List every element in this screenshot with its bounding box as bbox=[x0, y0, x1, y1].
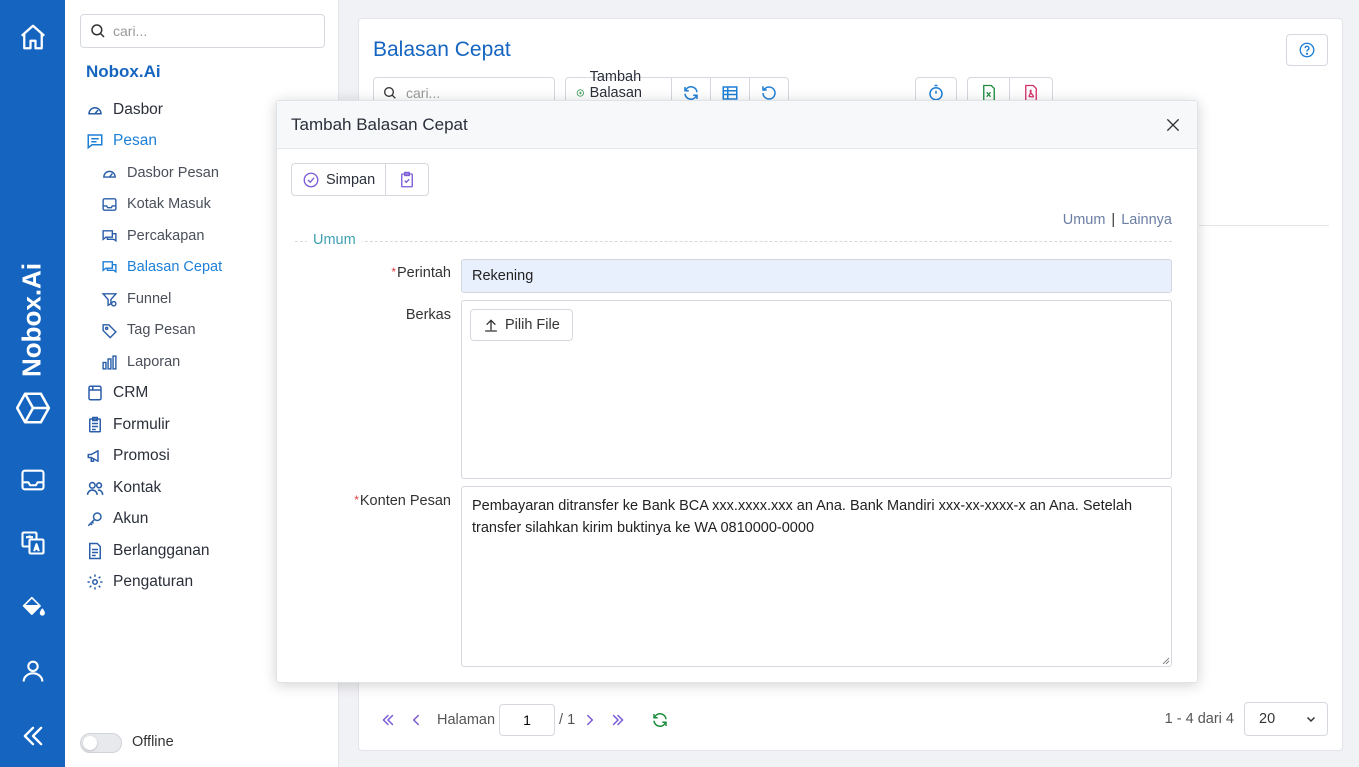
sidebar-item-funnel[interactable]: Funnel bbox=[99, 286, 171, 312]
search-icon bbox=[91, 24, 105, 38]
refresh-icon bbox=[653, 713, 667, 727]
tab-lainnya[interactable]: Lainnya bbox=[1121, 212, 1172, 228]
sidebar-item-promosi[interactable]: Promosi bbox=[85, 443, 170, 469]
file-dropzone[interactable]: Pilih File bbox=[461, 300, 1172, 479]
funnel-icon bbox=[99, 289, 119, 309]
inbox-icon bbox=[99, 194, 119, 214]
app-rail: Nobox.Ai bbox=[0, 0, 65, 767]
sidebar-item-tag-pesan[interactable]: Tag Pesan bbox=[99, 317, 196, 343]
upload-icon bbox=[485, 319, 497, 332]
clipboard-icon bbox=[85, 415, 105, 435]
sidebar-item-akun[interactable]: Akun bbox=[85, 506, 148, 532]
rail-brand: Nobox.Ai bbox=[16, 262, 47, 378]
page-title: Balasan Cepat bbox=[373, 38, 511, 61]
section-label: Umum bbox=[307, 232, 362, 248]
chevron-down-icon bbox=[1306, 716, 1316, 723]
dashboard-icon bbox=[85, 100, 105, 120]
tag-icon bbox=[99, 320, 119, 340]
clipboard-check-icon bbox=[401, 171, 414, 187]
pagination: Halaman / 1 bbox=[377, 703, 677, 737]
perintah-label: *Perintah bbox=[391, 265, 451, 281]
sidebar-search-input[interactable] bbox=[113, 23, 313, 39]
user-icon[interactable] bbox=[14, 652, 52, 690]
konten-textarea[interactable]: Pembayaran ditransfer ke Bank BCA xxx.xx… bbox=[461, 486, 1172, 667]
chevron-right-icon bbox=[587, 714, 594, 726]
save-button[interactable]: Simpan bbox=[292, 164, 387, 195]
sidebar-item-pesan[interactable]: Pesan bbox=[85, 128, 157, 154]
collapse-icon[interactable] bbox=[14, 717, 52, 755]
sidebar-item-dasbor[interactable]: Dasbor bbox=[85, 97, 163, 123]
bar-chart-icon bbox=[99, 352, 119, 372]
modal-title: Tambah Balasan Cepat bbox=[291, 115, 468, 134]
record-count: 1 - 4 dari 4 bbox=[1164, 711, 1234, 727]
page-size-select[interactable]: 20 bbox=[1244, 702, 1328, 736]
chat-icon bbox=[99, 226, 119, 246]
choose-file-button[interactable]: Pilih File bbox=[470, 309, 573, 341]
sidebar-item-laporan[interactable]: Laporan bbox=[99, 349, 180, 375]
sidebar-item-balasan-cepat[interactable]: Balasan Cepat bbox=[99, 254, 222, 280]
status-label: Offline bbox=[132, 734, 174, 750]
inbox-icon[interactable] bbox=[14, 461, 52, 499]
document-icon bbox=[85, 541, 105, 561]
close-button[interactable] bbox=[1161, 113, 1185, 137]
sidebar-item-kontak[interactable]: Kontak bbox=[85, 475, 161, 501]
section-divider bbox=[295, 241, 1172, 242]
chat-icon bbox=[99, 257, 119, 277]
nobox-logo-icon bbox=[14, 389, 52, 427]
users-icon bbox=[85, 478, 105, 498]
sidebar-item-crm[interactable]: CRM bbox=[85, 380, 148, 406]
modal-toolbar: Simpan bbox=[291, 163, 430, 196]
perintah-input[interactable] bbox=[461, 259, 1172, 293]
prev-page-button[interactable] bbox=[405, 709, 427, 731]
konten-label: *Konten Pesan bbox=[354, 493, 451, 509]
last-page-button[interactable] bbox=[607, 709, 629, 731]
online-toggle[interactable] bbox=[80, 733, 122, 753]
gear-icon bbox=[85, 572, 105, 592]
modal-header: Tambah Balasan Cepat bbox=[277, 101, 1197, 149]
tab-umum[interactable]: Umum bbox=[1063, 212, 1106, 228]
key-icon bbox=[85, 509, 105, 529]
page-total: / 1 bbox=[559, 712, 576, 728]
sidebar-item-pengaturan[interactable]: Pengaturan bbox=[85, 569, 193, 595]
resize-grip-icon[interactable] bbox=[1162, 657, 1170, 665]
page-label: Halaman bbox=[437, 712, 496, 728]
sidebar-item-formulir[interactable]: Formulir bbox=[85, 412, 170, 438]
next-page-button[interactable] bbox=[579, 709, 601, 731]
translate-icon[interactable] bbox=[14, 524, 52, 562]
berkas-label: Berkas bbox=[405, 307, 451, 323]
crm-icon bbox=[85, 383, 105, 403]
add-quick-reply-modal: Tambah Balasan Cepat Simpan Umum | Lainnya… bbox=[276, 100, 1198, 683]
refresh-button[interactable] bbox=[649, 709, 671, 731]
search-icon bbox=[384, 87, 396, 99]
first-page-button[interactable] bbox=[377, 709, 399, 731]
sidebar-item-berlangganan[interactable]: Berlangganan bbox=[85, 538, 210, 564]
dashboard-icon bbox=[99, 163, 119, 183]
table-divider bbox=[1199, 225, 1329, 226]
form-tab-links: Umum | Lainnya bbox=[1062, 212, 1172, 228]
sidebar-item-dasbor-pesan[interactable]: Dasbor Pesan bbox=[99, 160, 219, 186]
chevron-left-icon bbox=[412, 714, 419, 726]
double-chevron-right-icon bbox=[612, 714, 624, 726]
close-icon bbox=[1167, 119, 1179, 131]
double-chevron-left-icon bbox=[382, 714, 394, 726]
help-icon bbox=[1299, 42, 1315, 58]
main-search-input[interactable] bbox=[406, 85, 546, 101]
check-circle-icon bbox=[303, 172, 319, 187]
page-input[interactable] bbox=[499, 704, 556, 736]
message-icon bbox=[85, 131, 105, 151]
home-icon[interactable] bbox=[14, 18, 52, 56]
paint-bucket-icon[interactable] bbox=[14, 588, 52, 626]
help-button[interactable] bbox=[1286, 34, 1328, 66]
sidebar-item-percakapan[interactable]: Percakapan bbox=[99, 223, 204, 249]
megaphone-icon bbox=[85, 446, 105, 466]
brand-title: Nobox.Ai bbox=[86, 62, 161, 81]
sidebar-search[interactable] bbox=[80, 14, 325, 48]
save-checklist-button[interactable] bbox=[386, 164, 428, 195]
sidebar-item-kotak-masuk[interactable]: Kotak Masuk bbox=[99, 191, 211, 217]
